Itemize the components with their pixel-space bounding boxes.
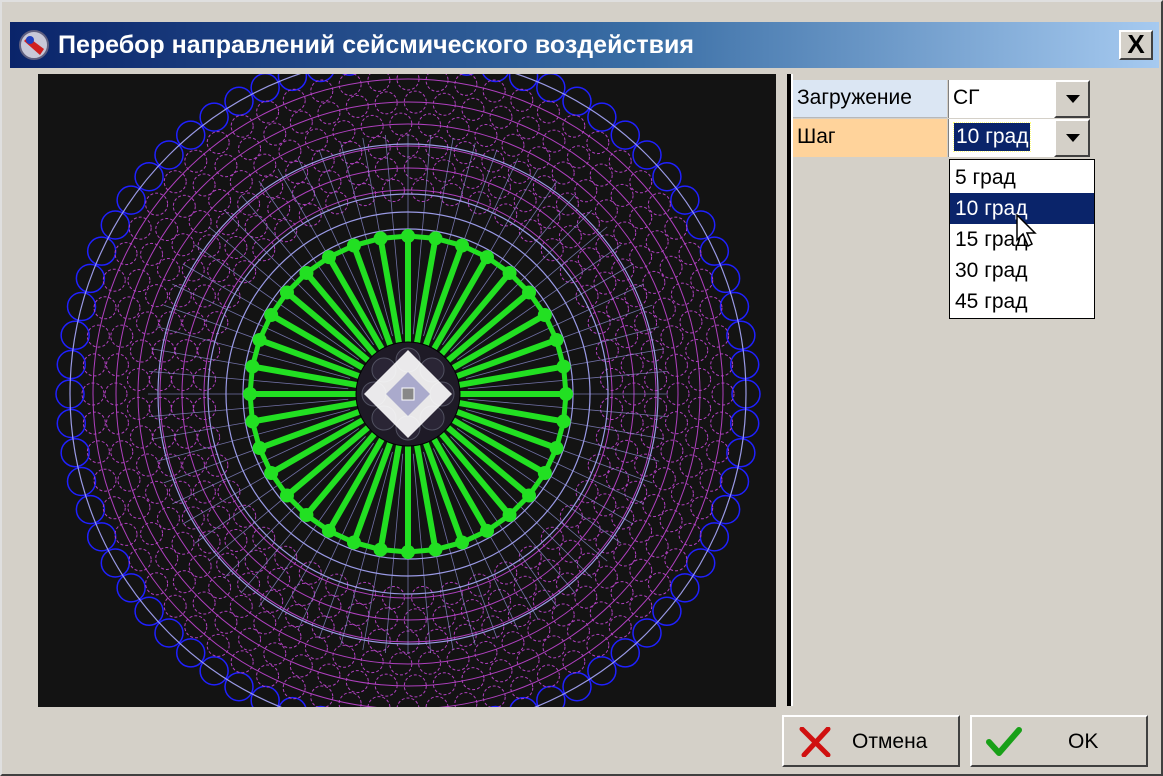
- close-button[interactable]: X: [1119, 30, 1153, 60]
- step-option-45[interactable]: 45 град: [950, 286, 1094, 317]
- mouse-cursor-icon: [1016, 214, 1037, 248]
- ok-label: OK: [1068, 730, 1099, 753]
- load-value: СГ: [953, 86, 980, 109]
- app-icon: [19, 30, 49, 60]
- green-check-icon: [986, 727, 1022, 756]
- close-icon: X: [1127, 29, 1145, 59]
- title-bar[interactable]: Перебор направлений сейсмического воздей…: [10, 22, 1159, 68]
- red-x-icon: [799, 727, 831, 757]
- load-combo[interactable]: СГ: [948, 80, 1090, 118]
- seismic-direction-view[interactable]: [38, 74, 776, 707]
- seismic-direction-plot: [55, 74, 761, 707]
- dialog-window: Перебор направлений сейсмического воздей…: [0, 0, 1163, 776]
- step-dropdown-button[interactable]: [1054, 119, 1090, 157]
- step-label: Шаг: [793, 119, 947, 157]
- load-dropdown-button[interactable]: [1054, 80, 1090, 118]
- load-label: Загружение: [793, 80, 947, 118]
- ok-button[interactable]: OK: [970, 715, 1148, 767]
- cancel-label: Отмена: [852, 730, 928, 753]
- step-value: 10 град: [952, 122, 1032, 152]
- step-option-5[interactable]: 5 град: [950, 162, 1094, 193]
- step-option-30[interactable]: 30 град: [950, 255, 1094, 286]
- chevron-down-icon: [1066, 95, 1080, 103]
- window-title: Перебор направлений сейсмического воздей…: [58, 31, 694, 59]
- cancel-button[interactable]: Отмена: [782, 715, 960, 767]
- step-combo[interactable]: 10 град: [948, 119, 1090, 157]
- splitter-highlight: [791, 74, 793, 706]
- chevron-down-icon: [1066, 134, 1080, 142]
